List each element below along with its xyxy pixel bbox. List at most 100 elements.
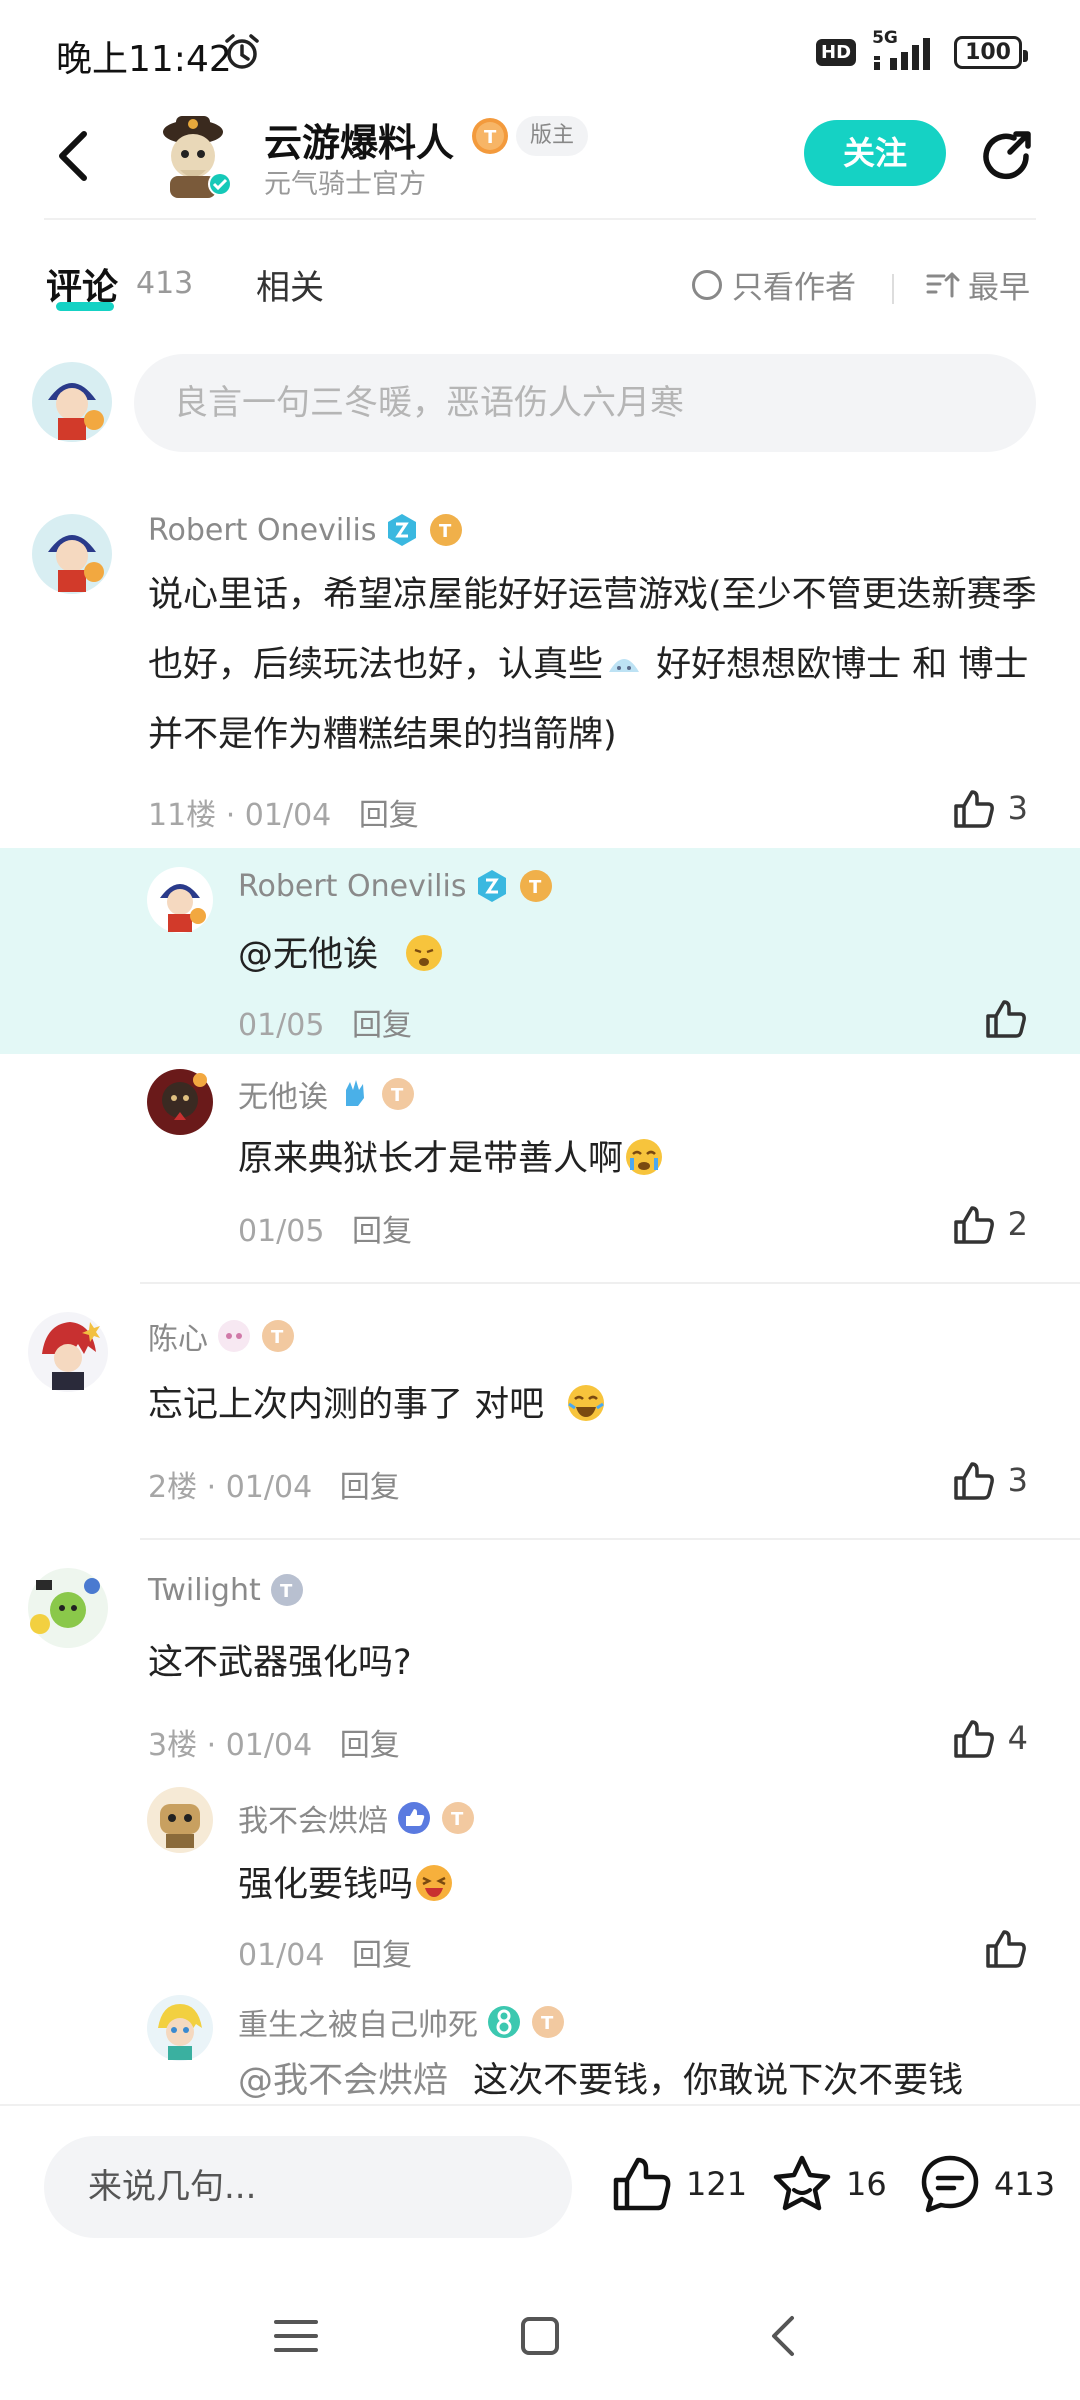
battery-indicator: 100 — [954, 35, 1028, 69]
money-emoji-icon — [416, 1865, 453, 1901]
like-button[interactable]: 4 — [952, 1716, 1028, 1760]
thumbs-up-icon — [613, 2157, 671, 2211]
svg-text:T: T — [391, 1085, 404, 1106]
anime-badge-icon — [218, 1320, 250, 1352]
radio-circle-icon — [692, 269, 722, 300]
comments-button[interactable]: 413 — [918, 2152, 1055, 2216]
hd-badge: HD — [816, 38, 857, 66]
hand-badge-icon — [346, 1080, 364, 1106]
system-nav-bar — [0, 2268, 1080, 2400]
achievement-badge-icon — [478, 870, 507, 902]
level-badge-icon: T — [520, 870, 553, 902]
sort-button[interactable]: 最早 — [926, 262, 1030, 307]
like-button[interactable]: 2 — [952, 1202, 1028, 1246]
comment-username[interactable]: Robert Onevilis T — [238, 868, 554, 904]
star-icon — [773, 2155, 831, 2211]
reply-button[interactable]: 回复 — [352, 1938, 412, 1973]
reply-button[interactable]: 回复 — [359, 798, 419, 833]
thumb-badge-icon — [398, 1802, 430, 1834]
level-badge-icon: T — [472, 118, 508, 154]
favorite-button[interactable]: 16 — [770, 2152, 887, 2216]
level-badge-icon: T — [442, 1802, 474, 1834]
nav-back-icon[interactable] — [754, 2306, 814, 2366]
sort-icon — [926, 272, 960, 297]
status-indicators: HD 5G 100 — [816, 28, 1028, 74]
user-avatar[interactable] — [146, 1786, 214, 1854]
comment-meta: 01/05 回复 — [238, 1214, 413, 1249]
rank-8-badge-icon — [488, 2006, 520, 2038]
comment-text: 说心里话，希望凉屋能好好运营游戏(至少不管更迭新赛季也好，后续玩法也好，认真些 … — [148, 575, 1037, 755]
tab-related[interactable]: 相关 — [256, 260, 324, 309]
comment-username[interactable]: 重生之被自己帅死 T — [238, 2000, 566, 2044]
reply-button[interactable]: 回复 — [340, 1728, 400, 1763]
user-avatar[interactable] — [26, 1310, 110, 1394]
menu-icon[interactable] — [266, 2306, 326, 2366]
user-avatar[interactable] — [30, 512, 114, 596]
comment-username[interactable]: 陈心 T — [148, 1314, 296, 1358]
svg-text:T: T — [271, 1327, 284, 1348]
comment-username[interactable]: Twilight T — [148, 1572, 305, 1608]
like-button[interactable]: 3 — [952, 786, 1028, 830]
author-only-label: 只看作者 — [732, 270, 856, 306]
emoji-icon — [609, 659, 640, 672]
user-avatar[interactable] — [146, 866, 214, 934]
thumbs-up-icon — [953, 1462, 994, 1500]
comment-divider — [140, 1282, 1080, 1284]
user-avatar[interactable] — [146, 1994, 214, 2062]
like-post-button[interactable]: 121 — [610, 2152, 747, 2216]
svg-text:T: T — [529, 877, 542, 898]
like-button[interactable] — [984, 996, 1028, 1040]
svg-text:T: T — [439, 521, 452, 542]
moderator-tag: 版主 — [516, 116, 589, 156]
user-avatar[interactable] — [26, 1566, 110, 1650]
header-divider — [44, 218, 1036, 220]
comment-meta: 11楼 · 01/04 回复 — [148, 798, 419, 833]
alarm-icon — [225, 34, 259, 69]
level-badge-icon: T — [430, 514, 463, 546]
follow-button[interactable]: 关注 — [804, 120, 946, 186]
back-arrow-icon[interactable] — [48, 126, 98, 186]
mention[interactable]: @我不会烘焙 — [238, 2061, 448, 2101]
signal-icon: 5G — [870, 28, 940, 72]
user-avatar[interactable] — [146, 1068, 214, 1136]
level-badge-icon: T — [270, 1574, 303, 1606]
comment-text: 原来典狱长才是带善人啊 — [238, 1124, 665, 1194]
share-icon[interactable] — [976, 126, 1036, 186]
network-type: 5G — [872, 28, 898, 48]
svg-text:T: T — [541, 2013, 554, 2034]
home-icon[interactable] — [510, 2306, 570, 2366]
comment-divider — [140, 1538, 1080, 1540]
svg-text:T: T — [484, 127, 497, 148]
crying-emoji-icon — [626, 1139, 663, 1175]
like-button[interactable]: 3 — [952, 1458, 1028, 1502]
reply-button[interactable]: 回复 — [340, 1470, 400, 1505]
comment-username[interactable]: 无他诶 T — [238, 1072, 416, 1116]
my-avatar — [32, 362, 112, 442]
comment-username[interactable]: Robert Onevilis T — [148, 512, 464, 548]
sort-label: 最早 — [968, 270, 1030, 306]
author-name[interactable]: 云游爆料人 — [264, 112, 454, 167]
level-badge-icon: T — [382, 1078, 414, 1110]
author-avatar[interactable] — [148, 110, 238, 200]
svg-text:T: T — [451, 1809, 464, 1830]
thumbs-up-icon — [953, 1720, 994, 1758]
reply-button[interactable]: 回复 — [352, 1008, 412, 1043]
filter-divider — [892, 274, 894, 304]
author-only-toggle[interactable]: 只看作者 — [692, 262, 856, 307]
like-button[interactable] — [984, 1926, 1028, 1970]
active-tab-indicator — [56, 302, 114, 311]
comment-input[interactable]: 良言一句三冬暖，恶语伤人六月寒 — [134, 354, 1036, 452]
comment-text: 忘记上次内测的事了 对吧 — [148, 1370, 607, 1440]
laugh-emoji-icon — [568, 1385, 605, 1421]
reply-button[interactable]: 回复 — [352, 1214, 412, 1249]
comment-username[interactable]: 我不会烘焙 T — [238, 1796, 476, 1840]
comment-meta: 3楼 · 01/04 回复 — [148, 1728, 400, 1763]
achievement-badge-icon — [388, 514, 417, 546]
level-badge-icon: T — [262, 1320, 294, 1352]
reply-input[interactable]: 来说几句... — [44, 2136, 572, 2238]
bottom-action-bar: 来说几句... 121 16 413 — [0, 2104, 1080, 2268]
comment-text: 强化要钱吗 — [238, 1850, 455, 1920]
comment-meta: 01/05 回复 — [238, 1008, 413, 1043]
chat-bubble-icon — [921, 2155, 979, 2213]
svg-text:T: T — [280, 1581, 293, 1602]
